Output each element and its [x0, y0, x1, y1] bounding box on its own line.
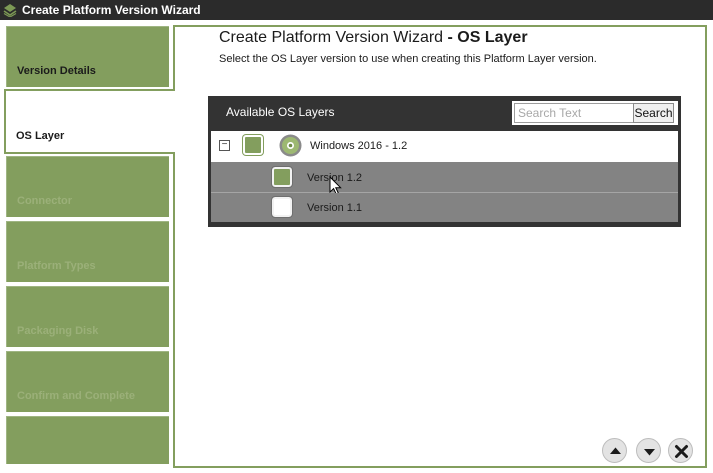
step-platform-types: Platform Types	[6, 221, 169, 282]
close-button[interactable]	[668, 438, 693, 463]
collapse-toggle[interactable]: −	[219, 140, 230, 151]
nav-up-button[interactable]	[602, 438, 627, 463]
version-row[interactable]: Version 1.1	[211, 193, 678, 222]
step-filler	[6, 416, 169, 464]
step-os-layer[interactable]: OS Layer	[4, 89, 175, 154]
step-label: Packaging Disk	[17, 325, 99, 337]
window-title: Create Platform Version Wizard	[22, 3, 201, 17]
search-box: Search	[512, 101, 678, 125]
page-title: Create Platform Version Wizard - OS Laye…	[219, 29, 528, 47]
step-confirm-and-complete: Confirm and Complete	[6, 351, 169, 412]
arrow-up-icon	[610, 447, 621, 454]
wizard-app-icon	[3, 4, 17, 17]
step-label: Confirm and Complete	[17, 390, 135, 402]
page-title-suffix: - OS Layer	[443, 29, 528, 46]
step-connector: Connector	[6, 156, 169, 217]
step-version-details[interactable]: Version Details	[6, 26, 169, 87]
page-subtitle: Select the OS Layer version to use when …	[219, 53, 597, 65]
version-checkbox[interactable]	[271, 196, 293, 218]
arrow-down-icon	[644, 449, 655, 456]
version-checkbox[interactable]	[271, 166, 293, 188]
os-layer-row[interactable]: − Windows 2016 - 1.2	[211, 131, 678, 162]
step-label: Version Details	[17, 65, 96, 77]
os-layers-table: Available OS Layers Search − Windows 201…	[208, 96, 681, 227]
disc-icon	[279, 134, 302, 157]
step-label: Platform Types	[17, 260, 96, 272]
step-label: Connector	[17, 195, 72, 207]
step-label: OS Layer	[16, 130, 65, 142]
os-layer-checkbox[interactable]	[243, 135, 263, 155]
nav-down-button[interactable]	[636, 438, 661, 463]
os-layer-name: Windows 2016 - 1.2	[310, 140, 408, 152]
content-panel	[173, 25, 707, 468]
step-packaging-disk: Packaging Disk	[6, 286, 169, 347]
search-input[interactable]	[514, 103, 634, 123]
close-icon	[675, 445, 688, 458]
version-label: Version 1.1	[307, 202, 363, 214]
search-button[interactable]: Search	[633, 103, 674, 123]
table-title: Available OS Layers	[226, 105, 335, 119]
title-bar: Create Platform Version Wizard	[0, 0, 713, 20]
wizard-steps: Version Details OS Layer Connector Platf…	[0, 20, 175, 473]
page-title-prefix: Create Platform Version Wizard	[219, 29, 444, 46]
version-row[interactable]: Version 1.2	[211, 162, 678, 196]
